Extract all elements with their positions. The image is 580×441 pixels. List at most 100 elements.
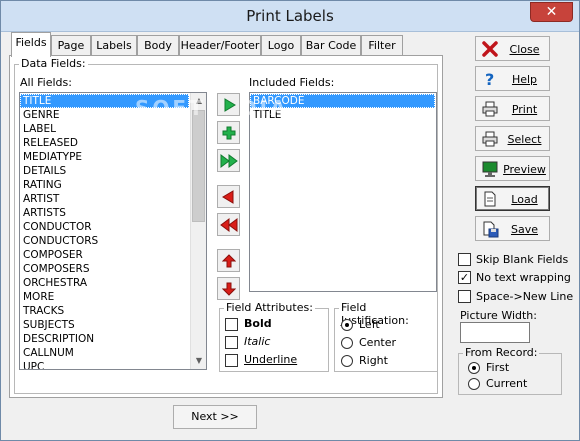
- select-button[interactable]: Select: [475, 126, 550, 151]
- included-fields-list-item[interactable]: TITLE: [250, 108, 435, 122]
- add-all-fields-button[interactable]: [217, 149, 240, 172]
- no-text-wrapping-label: No text wrapping: [476, 271, 571, 284]
- move-down-button[interactable]: [217, 277, 240, 300]
- all-fields-list-item[interactable]: CALLNUM: [20, 346, 189, 360]
- field-justification-group: Field Justification: Left Center Right: [334, 301, 438, 372]
- tab-header-footer[interactable]: Header/Footer: [179, 35, 261, 55]
- justify-center-radio[interactable]: [341, 337, 353, 349]
- all-fields-list-item[interactable]: DETAILS: [20, 164, 189, 178]
- tab-body[interactable]: Body: [137, 35, 179, 55]
- all-fields-list-item[interactable]: TITLE: [20, 94, 189, 108]
- tab-labels[interactable]: Labels: [91, 35, 137, 55]
- help-button-label: Help: [511, 73, 538, 86]
- help-icon: ?: [485, 70, 494, 88]
- bold-checkbox[interactable]: [225, 318, 238, 331]
- skip-blank-fields-label: Skip Blank Fields: [476, 253, 569, 266]
- help-button[interactable]: ? Help: [475, 66, 550, 91]
- all-fields-list-item[interactable]: COMPOSERS: [20, 262, 189, 276]
- all-fields-list-item[interactable]: CONDUCTOR: [20, 220, 189, 234]
- tab-filter[interactable]: Filter: [361, 35, 403, 55]
- picture-width-label: Picture Width:: [460, 309, 537, 322]
- printer-select-icon: [482, 131, 498, 147]
- green-double-right-icon: [220, 153, 238, 168]
- insert-field-button[interactable]: [217, 121, 240, 144]
- red-left-triangle-icon: [221, 189, 233, 204]
- all-fields-list-item[interactable]: ORCHESTRA: [20, 276, 189, 290]
- next-button[interactable]: Next >>: [173, 405, 257, 429]
- all-fields-listbox[interactable]: TITLE GENRE LABEL RELEASED MEDIATYPE DETAILS R…: [19, 92, 207, 370]
- space-new-line-checkbox[interactable]: [458, 290, 471, 303]
- all-fields-list-item[interactable]: ARTIST: [20, 192, 189, 206]
- remove-field-button[interactable]: [217, 185, 240, 208]
- tab-bar-code[interactable]: Bar Code: [301, 35, 361, 55]
- save-button-label: Save: [510, 223, 538, 236]
- all-fields-list-item[interactable]: ARTISTS: [20, 206, 189, 220]
- justify-right-radio[interactable]: [341, 355, 353, 367]
- title-bar: Print Labels ✕: [1, 1, 579, 32]
- justify-left-radio[interactable]: [341, 319, 353, 331]
- italic-label: Italic: [244, 335, 271, 348]
- all-fields-list-item[interactable]: DESCRIPTION: [20, 332, 189, 346]
- from-record-title: From Record:: [463, 346, 540, 359]
- load-document-icon: [484, 191, 496, 207]
- field-attributes-group: Field Attributes: Bold Italic Underline: [219, 301, 329, 372]
- all-fields-list-item[interactable]: GENRE: [20, 108, 189, 122]
- close-button[interactable]: Close: [475, 36, 550, 61]
- all-fields-list-item[interactable]: LABEL: [20, 122, 189, 136]
- picture-width-input[interactable]: [460, 322, 530, 343]
- data-fields-title: Data Fields:: [19, 57, 88, 70]
- red-up-arrow-icon: [221, 253, 236, 267]
- scroll-down-icon[interactable]: ▼: [191, 353, 206, 369]
- monitor-icon: [482, 161, 498, 177]
- from-record-group: From Record: First Current: [458, 346, 562, 395]
- all-fields-list-item[interactable]: RATING: [20, 178, 189, 192]
- close-icon: [482, 41, 498, 57]
- all-fields-list-item[interactable]: COMPOSER: [20, 248, 189, 262]
- field-justification-title: Field Justification:: [339, 301, 437, 327]
- save-button[interactable]: Save: [475, 216, 550, 241]
- save-icon: [483, 221, 499, 238]
- print-button[interactable]: Print: [475, 96, 550, 121]
- from-record-current-label: Current: [486, 377, 528, 390]
- load-button[interactable]: Load: [475, 186, 550, 211]
- from-record-first-radio[interactable]: [468, 362, 480, 374]
- space-new-line-label: Space->New Line: [476, 290, 574, 303]
- all-fields-list-item[interactable]: RELEASED: [20, 136, 189, 150]
- green-plus-icon: [222, 126, 235, 139]
- all-fields-list-item[interactable]: MEDIATYPE: [20, 150, 189, 164]
- add-field-button[interactable]: [217, 93, 240, 116]
- all-fields-list-item[interactable]: UPC: [20, 360, 189, 369]
- justify-right-label: Right: [359, 354, 388, 367]
- from-record-current-radio[interactable]: [468, 378, 480, 390]
- included-fields-label: Included Fields:: [249, 76, 335, 89]
- underline-label: Underline: [244, 353, 298, 366]
- included-fields-listbox[interactable]: BARCODE TITLE: [249, 92, 437, 292]
- preview-button[interactable]: Preview: [475, 156, 550, 181]
- italic-checkbox[interactable]: [225, 336, 238, 349]
- tab-logo[interactable]: Logo: [261, 35, 301, 55]
- scroll-up-icon[interactable]: ▲: [191, 93, 206, 109]
- close-button-label: Close: [509, 43, 540, 56]
- underline-checkbox[interactable]: [225, 354, 238, 367]
- green-right-triangle-icon: [224, 97, 236, 112]
- bold-label: Bold: [244, 317, 272, 330]
- all-fields-list-item[interactable]: CONDUCTORS: [20, 234, 189, 248]
- all-fields-list-item[interactable]: SUBJECTS: [20, 318, 189, 332]
- tab-page[interactable]: Page: [51, 35, 91, 55]
- all-fields-list-item[interactable]: MORE: [20, 290, 189, 304]
- no-text-wrapping-checkbox[interactable]: ✓: [458, 271, 471, 284]
- skip-blank-fields-checkbox[interactable]: [458, 253, 471, 266]
- load-button-label: Load: [511, 193, 538, 206]
- red-double-left-icon: [219, 217, 237, 232]
- select-button-label: Select: [507, 133, 542, 146]
- svg-text:?: ?: [485, 70, 494, 88]
- included-fields-list-item[interactable]: BARCODE: [250, 94, 435, 108]
- tab-fields[interactable]: Fields: [11, 32, 51, 57]
- move-up-button[interactable]: [217, 249, 240, 272]
- all-fields-list-item[interactable]: TRACKS: [20, 304, 189, 318]
- window-close-button[interactable]: ✕: [530, 2, 573, 22]
- scroll-thumb[interactable]: [192, 110, 205, 222]
- all-fields-scrollbar[interactable]: ▲ ▼: [190, 93, 206, 369]
- remove-all-fields-button[interactable]: [217, 213, 240, 236]
- justify-center-label: Center: [359, 336, 397, 349]
